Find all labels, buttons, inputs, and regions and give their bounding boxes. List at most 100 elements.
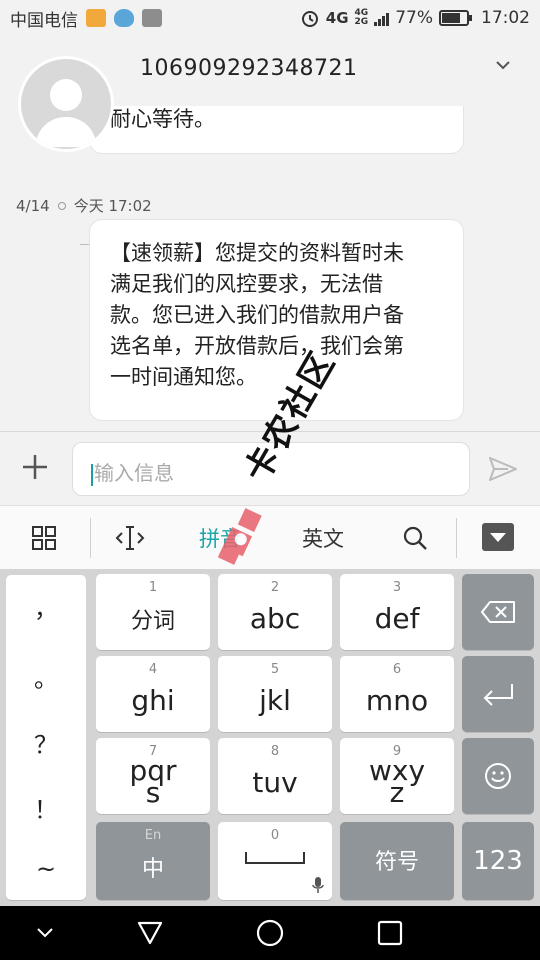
key-label: def: [374, 602, 420, 635]
enter-key[interactable]: [462, 656, 534, 732]
key-5[interactable]: 5 jkl: [218, 656, 332, 732]
microphone-icon[interactable]: [312, 876, 324, 894]
text-caret: [91, 463, 93, 486]
key-8[interactable]: 8 tuv: [218, 738, 332, 814]
key-2[interactable]: 2 abc: [218, 574, 332, 650]
backspace-key[interactable]: [462, 574, 534, 650]
key-label: 123: [473, 846, 523, 876]
notification-bird-icon: [114, 9, 134, 27]
collapse-keyboard-button[interactable]: [482, 523, 514, 551]
signal-strength-icon: [374, 10, 390, 26]
notification-app-icon: [86, 9, 106, 27]
message-line: 【速领薪】您提交的资料暂时未: [110, 241, 404, 265]
key-label: 分词: [130, 609, 175, 634]
key-label-bottom: z: [389, 776, 405, 809]
key-3[interactable]: 3 def: [340, 574, 454, 650]
carrier-name: 中国电信: [10, 10, 78, 31]
network-2g-label: 2G: [354, 17, 369, 27]
punct-comma-key[interactable]: ，: [6, 589, 86, 624]
key-label: wxy z: [340, 757, 454, 809]
square-recents-icon: [377, 920, 403, 946]
triangle-back-icon: [137, 921, 163, 945]
smiley-icon: [485, 763, 511, 789]
ime-toolbar: 拼音 英文: [0, 505, 540, 569]
tab-english[interactable]: 英文: [288, 506, 358, 570]
chevron-down-icon[interactable]: [496, 58, 510, 72]
key-label: jkl: [259, 684, 291, 717]
key-label: pqr s: [96, 757, 210, 809]
circle-home-icon: [256, 919, 284, 947]
space-bar-icon: [245, 852, 305, 864]
toolbar-divider: [456, 518, 457, 558]
key-label: tuv: [252, 766, 298, 799]
grid-menu-icon[interactable]: [14, 506, 74, 570]
cursor-move-icon[interactable]: [100, 506, 160, 570]
punct-exclaim-key[interactable]: ！: [6, 790, 86, 825]
key-1[interactable]: 1 分词: [96, 574, 210, 650]
key-label: mno: [365, 684, 429, 717]
navigation-bar: [0, 906, 540, 960]
punctuation-column[interactable]: ， 。 ？ ！ ~: [6, 575, 86, 900]
key-label: abc: [249, 602, 301, 635]
home-button[interactable]: [245, 906, 295, 960]
message-line: 款。您已进入我们的借款用户备: [110, 303, 404, 327]
timestamp-dot-icon: [57, 201, 66, 210]
backspace-icon: [481, 601, 515, 623]
chevron-down-icon: [37, 928, 53, 938]
person-silhouette-icon: [35, 79, 97, 147]
key-4[interactable]: 4 ghi: [96, 656, 210, 732]
message-text-previous: 耐心等待。: [110, 107, 215, 131]
key-number: 8: [270, 744, 280, 759]
toolbar-divider: [90, 518, 91, 558]
message-list[interactable]: 耐心等待。 4/14 今天 17:02 【速领薪】您提交的资料暂时未 满足我们的…: [0, 106, 540, 431]
key-number: 2: [270, 580, 280, 595]
key-label-bottom: s: [145, 776, 161, 809]
keyboard: ， 。 ？ ！ ~ 1 分词 2 abc 3 def 4 ghi 5 jkl 6…: [0, 569, 540, 906]
back-button[interactable]: [125, 906, 175, 960]
key-number: 1: [148, 580, 158, 595]
key-number: 4: [148, 662, 158, 677]
key-hint: En: [144, 828, 162, 843]
key-number: 5: [270, 662, 280, 677]
recents-button[interactable]: [365, 906, 415, 960]
search-icon[interactable]: [385, 506, 445, 570]
key-9[interactable]: 9 wxy z: [340, 738, 454, 814]
message-date: 4/14: [16, 196, 50, 215]
numbers-key[interactable]: 123: [462, 822, 534, 900]
send-icon[interactable]: [488, 456, 518, 482]
contact-number[interactable]: 106909292348721: [140, 56, 357, 81]
message-line: 选名单，开放借款后，我们会第: [110, 334, 404, 358]
key-6[interactable]: 6 mno: [340, 656, 454, 732]
battery-percent: 77%: [395, 8, 433, 28]
contact-avatar[interactable]: [18, 56, 114, 152]
image-notification-icon: [142, 9, 162, 27]
battery-level: [442, 13, 460, 23]
tab-pinyin[interactable]: 拼音: [185, 506, 255, 570]
key-7[interactable]: 7 pqr s: [96, 738, 210, 814]
battery-icon: [439, 10, 472, 26]
message-input-placeholder: 输入信息: [94, 461, 174, 485]
message-line: 满足我们的风控要求，无法借: [110, 272, 383, 296]
clock-time: 17:02: [481, 8, 530, 28]
message-timestamp: 4/14 今天 17:02: [16, 195, 152, 216]
key-label: 符号: [374, 850, 419, 875]
key-number: 3: [392, 580, 402, 595]
punct-question-key[interactable]: ？: [6, 725, 86, 760]
space-key[interactable]: 0: [218, 822, 332, 900]
alarm-clock-icon: [301, 11, 318, 27]
punct-tilde-key[interactable]: ~: [6, 855, 86, 883]
hide-keyboard-button[interactable]: [20, 906, 70, 960]
emoji-key[interactable]: [462, 738, 534, 814]
key-number: 0: [270, 828, 280, 843]
message-bubble-previous[interactable]: 耐心等待。: [90, 106, 463, 153]
symbols-key[interactable]: 符号: [340, 822, 454, 900]
language-switch-key[interactable]: En 中: [96, 822, 210, 900]
network-4g-label: 4G: [325, 8, 349, 27]
message-time: 今天 17:02: [73, 197, 152, 215]
add-attachment-button[interactable]: [20, 452, 50, 482]
triangle-down-icon: [490, 533, 506, 542]
status-bar: 中国电信 4G 4G 2G 77% 17:02: [0, 0, 540, 36]
key-label: 中: [141, 857, 164, 882]
punct-period-key[interactable]: 。: [6, 659, 86, 694]
key-number: 6: [392, 662, 402, 677]
